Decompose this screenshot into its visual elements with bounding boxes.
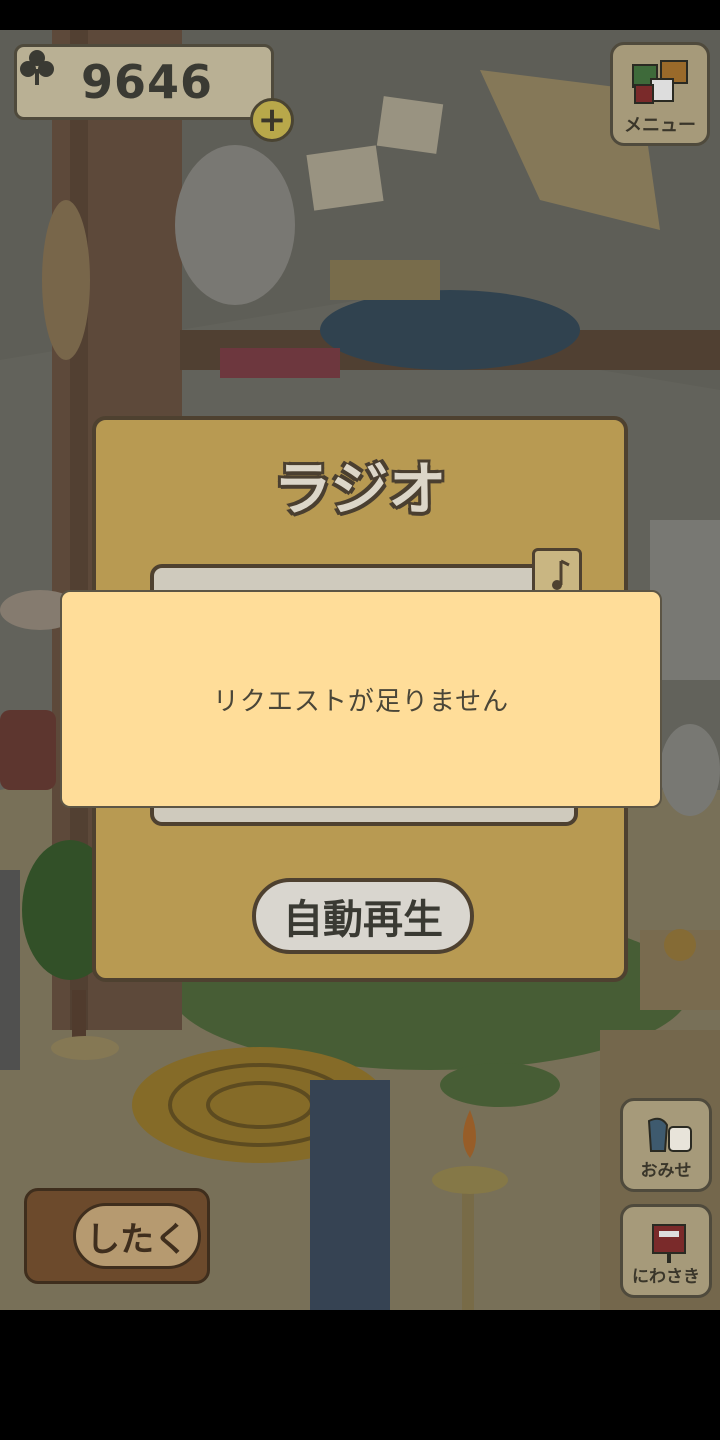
radio-title: ラジオ	[273, 455, 447, 523]
shop-button[interactable]: おみせ	[620, 1098, 712, 1192]
menu-label: メニュー	[624, 115, 696, 136]
toast-message: リクエストが足りません	[60, 590, 662, 808]
mailbox-icon	[652, 1224, 686, 1263]
clover-count: 9646	[80, 55, 213, 109]
shop-label: おみせ	[640, 1161, 692, 1181]
add-clover-button[interactable]: +	[250, 98, 294, 142]
game-scene: 9646 + メニュー おみせ にわさき したく ラジオ 自動再生 リクエストが…	[0, 30, 720, 1310]
menu-icon	[632, 60, 688, 104]
garden-button[interactable]: にわさき	[620, 1204, 712, 1298]
garden-label: にわさき	[632, 1267, 700, 1287]
prepare-label: したく	[73, 1203, 201, 1269]
clover-counter: 9646	[14, 44, 274, 120]
prepare-button[interactable]: したく	[24, 1188, 210, 1284]
shop-bag-icon	[647, 1117, 692, 1152]
menu-button[interactable]: メニュー	[610, 42, 710, 146]
toast-text: リクエストが足りません	[212, 686, 510, 717]
autoplay-button[interactable]: 自動再生	[252, 878, 474, 954]
clover-icon	[20, 50, 54, 85]
